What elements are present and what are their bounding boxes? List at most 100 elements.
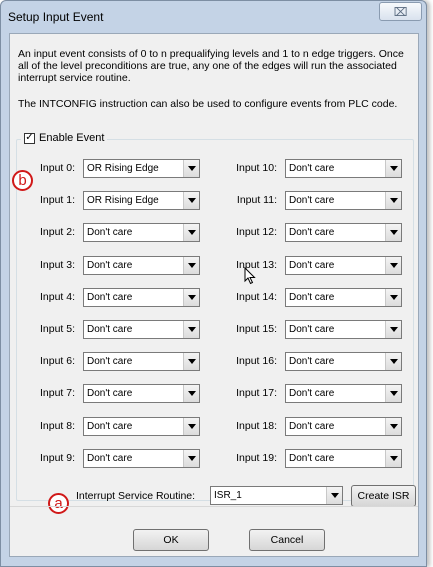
input-label: Input 10: <box>236 162 277 174</box>
chevron-down-icon <box>183 289 199 306</box>
input-label: Input 3: <box>39 259 75 271</box>
input-label: Input 2: <box>39 226 75 238</box>
chevron-down-icon <box>183 192 199 209</box>
input-label: Input 5: <box>39 323 75 335</box>
input-mode-dropdown[interactable]: OR Rising Edge <box>83 191 200 210</box>
enable-event-checkbox[interactable]: ✓ <box>24 132 35 144</box>
input-mode-value: OR Rising Edge <box>87 195 159 206</box>
close-icon: ⌧ <box>393 4 408 19</box>
input-label: Input 8: <box>39 420 75 432</box>
intconfig-note: The INTCONFIG instruction can also be us… <box>18 98 398 110</box>
input-label: Input 18: <box>236 420 277 432</box>
input-mode-value: Don't care <box>289 356 335 367</box>
enable-event-legend: ✓ Enable Event <box>21 132 108 144</box>
input-mode-dropdown[interactable]: Don't care <box>83 352 200 371</box>
chevron-down-icon <box>183 450 199 467</box>
chevron-down-icon <box>183 224 199 241</box>
dialog-client-area: An input event consists of 0 to n prequa… <box>9 33 419 557</box>
input-label: Input 12: <box>236 226 277 238</box>
input-mode-value: Don't care <box>289 163 335 174</box>
input-mode-dropdown[interactable]: Don't care <box>285 288 402 307</box>
input-label: Input 16: <box>236 355 277 367</box>
chevron-down-icon <box>326 487 342 504</box>
input-mode-dropdown[interactable]: Don't care <box>285 449 402 468</box>
input-label: Input 4: <box>39 291 75 303</box>
input-label: Input 6: <box>39 355 75 367</box>
chevron-down-icon <box>385 192 401 209</box>
input-mode-dropdown[interactable]: Don't care <box>83 449 200 468</box>
input-mode-dropdown[interactable]: Don't care <box>83 320 200 339</box>
chevron-down-icon <box>385 385 401 402</box>
chevron-down-icon <box>385 321 401 338</box>
input-mode-dropdown[interactable]: Don't care <box>83 417 200 436</box>
create-isr-button[interactable]: Create ISR <box>351 485 416 507</box>
input-mode-value: Don't care <box>87 421 133 432</box>
chevron-down-icon <box>183 160 199 177</box>
isr-dropdown[interactable]: ISR_1 <box>210 486 343 505</box>
input-mode-value: Don't care <box>289 227 335 238</box>
input-label: Input 14: <box>236 291 277 303</box>
cancel-button[interactable]: Cancel <box>249 529 325 551</box>
chevron-down-icon <box>385 257 401 274</box>
input-mode-dropdown[interactable]: OR Rising Edge <box>83 159 200 178</box>
input-mode-value: Don't care <box>289 421 335 432</box>
annotation-b-marker: b <box>12 170 33 191</box>
chevron-down-icon <box>385 418 401 435</box>
input-label: Input 17: <box>236 387 277 399</box>
input-mode-value: Don't care <box>87 356 133 367</box>
footer-divider <box>10 506 418 507</box>
input-mode-value: Don't care <box>87 227 133 238</box>
input-label: Input 13: <box>236 259 277 271</box>
enable-event-group: ✓ Enable Event Input 0: OR Rising Edge Inp… <box>12 132 414 514</box>
input-mode-value: Don't care <box>87 453 133 464</box>
isr-dropdown-value: ISR_1 <box>214 490 242 501</box>
input-label: Input 15: <box>236 323 277 335</box>
chevron-down-icon <box>183 418 199 435</box>
annotation-b-label: b <box>18 172 27 189</box>
input-mode-value: Don't care <box>87 388 133 399</box>
input-mode-dropdown[interactable]: Don't care <box>285 223 402 242</box>
annotation-a-marker: a <box>48 493 69 514</box>
input-mode-value: Don't care <box>87 324 133 335</box>
title-bar: Setup Input Event ⌧ <box>1 1 426 33</box>
input-label: Input 11: <box>236 194 277 206</box>
input-label: Input 0: <box>39 162 75 174</box>
input-mode-value: Don't care <box>289 195 335 206</box>
input-mode-dropdown[interactable]: Don't care <box>83 384 200 403</box>
input-label: Input 7: <box>39 387 75 399</box>
input-mode-dropdown[interactable]: Don't care <box>83 223 200 242</box>
ok-button[interactable]: OK <box>133 529 209 551</box>
chevron-down-icon <box>385 289 401 306</box>
input-mode-dropdown[interactable]: Don't care <box>285 384 402 403</box>
input-mode-value: Don't care <box>289 292 335 303</box>
enable-event-label: Enable Event <box>39 132 105 144</box>
input-label: Input 9: <box>39 452 75 464</box>
chevron-down-icon <box>385 224 401 241</box>
input-mode-value: Don't care <box>289 260 335 271</box>
setup-input-event-dialog: Setup Input Event ⌧ An input event consi… <box>0 0 427 567</box>
window-title: Setup Input Event <box>8 10 104 24</box>
input-mode-dropdown[interactable]: Don't care <box>285 352 402 371</box>
input-mode-dropdown[interactable]: Don't care <box>285 256 402 275</box>
chevron-down-icon <box>183 321 199 338</box>
input-mode-value: Don't care <box>87 260 133 271</box>
close-button[interactable]: ⌧ <box>379 2 422 21</box>
checkmark-icon: ✓ <box>25 132 34 143</box>
chevron-down-icon <box>385 160 401 177</box>
input-mode-dropdown[interactable]: Don't care <box>83 256 200 275</box>
input-mode-dropdown[interactable]: Don't care <box>285 159 402 178</box>
chevron-down-icon <box>183 257 199 274</box>
input-mode-dropdown[interactable]: Don't care <box>285 320 402 339</box>
input-mode-dropdown[interactable]: Don't care <box>83 288 200 307</box>
annotation-a-label: a <box>54 495 63 512</box>
input-mode-dropdown[interactable]: Don't care <box>285 191 402 210</box>
input-mode-value: Don't care <box>289 453 335 464</box>
chevron-down-icon <box>183 353 199 370</box>
chevron-down-icon <box>385 450 401 467</box>
input-mode-value: Don't care <box>289 324 335 335</box>
input-mode-value: Don't care <box>87 292 133 303</box>
input-mode-value: Don't care <box>289 388 335 399</box>
input-label: Input 19: <box>236 452 277 464</box>
mouse-cursor-icon <box>244 267 256 285</box>
input-mode-dropdown[interactable]: Don't care <box>285 417 402 436</box>
